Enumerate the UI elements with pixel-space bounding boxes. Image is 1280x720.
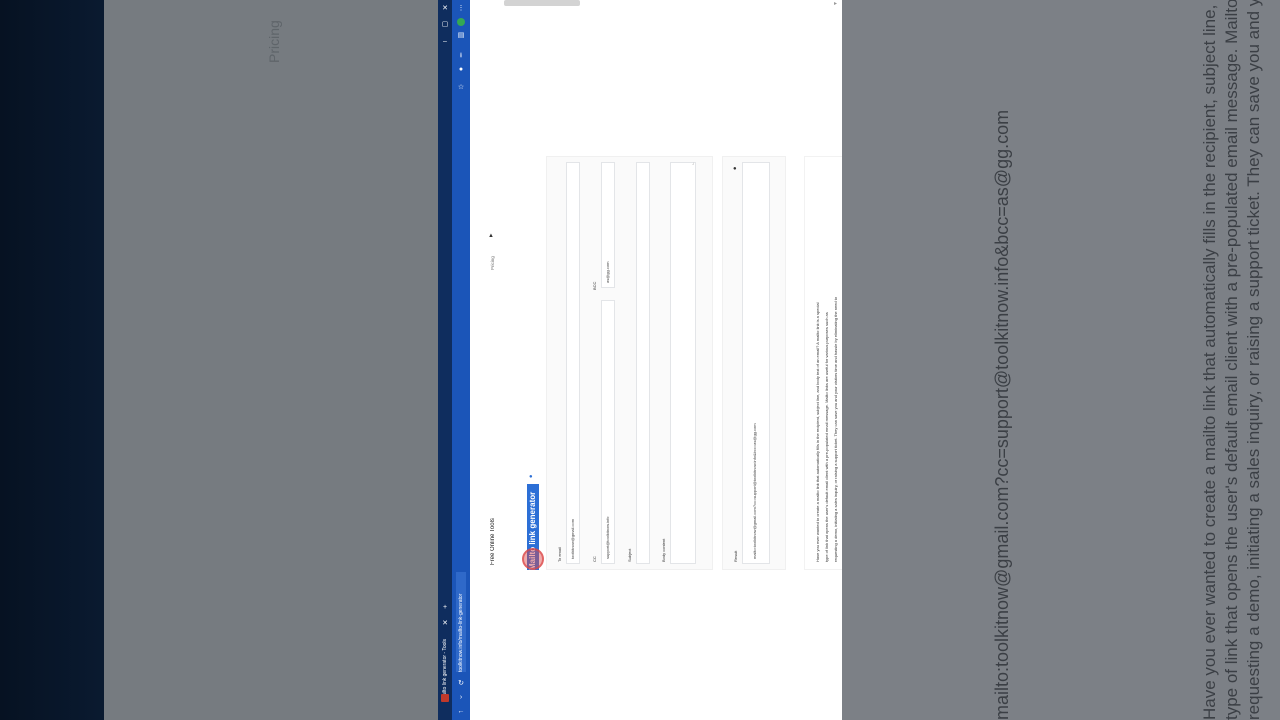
user-icon[interactable]: ▲ — [488, 233, 494, 239]
result-label: Result — [733, 550, 738, 562]
tab-close-icon[interactable]: ✕ — [441, 620, 449, 628]
ghost-pricing-label: Pricing — [266, 20, 282, 63]
ghost-desc-line: requesting a demo, initiating a sales in… — [1244, 0, 1263, 720]
extension-icon[interactable]: ● — [457, 66, 465, 74]
subject-value — [638, 463, 648, 559]
bcc-input[interactable]: as@gg.com — [601, 162, 615, 288]
back-icon[interactable]: ← — [457, 708, 465, 716]
sidebar-icon[interactable]: ▤ — [457, 32, 465, 40]
browser-toolbar: ⋮ ▤ ⭳ ● ☆ toolkitnow.info/mailto-link-ge… — [452, 0, 470, 720]
forward-icon[interactable]: › — [457, 694, 465, 702]
info-icon[interactable]: ● — [529, 474, 533, 480]
body-content-textarea[interactable] — [670, 162, 696, 564]
download-icon[interactable]: ⭳ — [457, 52, 465, 60]
to-email-value: toolkitnow@gmail.com — [570, 518, 575, 559]
web-page-content: ▸ Free Online Tools Pricing ▲ Mailto lin… — [470, 0, 842, 720]
reload-icon[interactable]: ↻ — [457, 680, 465, 688]
background-right-blur: mailto:toolkitnow@gmail.com?cc=support@t… — [842, 0, 1280, 720]
body-content-label: Body content — [661, 538, 666, 562]
cursor-highlight — [522, 548, 544, 570]
background-left-blur: Pricing — [104, 0, 438, 720]
subject-label: Subject — [627, 548, 632, 562]
minimize-icon[interactable]: – — [441, 38, 449, 46]
subject-input[interactable] — [636, 162, 650, 564]
cc-label: CC — [592, 556, 597, 562]
resize-handle-icon[interactable]: ⌟ — [692, 160, 694, 166]
close-icon[interactable]: ✕ — [441, 5, 449, 13]
new-tab-icon[interactable]: + — [441, 604, 449, 612]
site-brand[interactable]: Free Online Tools — [488, 465, 498, 565]
scroll-arrow-icon[interactable]: ▸ — [834, 0, 837, 7]
bcc-label: BCC — [592, 281, 597, 290]
horizontal-scrollbar[interactable] — [504, 0, 580, 6]
ghost-desc-line: type of link that opens the user's defau… — [1222, 0, 1241, 720]
cc-value: support@toolkitnow.info — [605, 516, 610, 559]
cc-input[interactable]: support@toolkitnow.info — [601, 300, 615, 564]
profile-icon[interactable] — [457, 18, 465, 26]
ghost-desc-line: Have you ever wanted to create a mailto … — [1200, 0, 1219, 720]
description-line: Have you ever wanted to create a mailto … — [815, 302, 820, 562]
bcc-value: as@gg.com — [605, 261, 610, 283]
browser-tab-title[interactable]: Mailto link generator - Tools — [441, 636, 449, 700]
description-line: type of link that opens the user's defau… — [824, 312, 829, 562]
ghost-result-text: mailto:toolkitnow@gmail.com?cc=support@t… — [992, 109, 1012, 720]
address-bar[interactable]: toolkitnow.info/mailto-link-generator — [456, 572, 466, 672]
copy-icon[interactable]: ● — [733, 166, 737, 172]
window-control-bar: ✕ ▢ – + ✕ Mailto link generator - Tools — [438, 0, 452, 720]
star-icon[interactable]: ☆ — [457, 84, 465, 92]
background-left-edge — [0, 0, 104, 720]
restore-icon[interactable]: ▢ — [441, 21, 449, 29]
rotated-browser-capture: ✕ ▢ – + ✕ Mailto link generator - Tools … — [438, 0, 842, 720]
more-menu-icon[interactable]: ⋮ — [457, 5, 465, 13]
body-content-value — [673, 463, 683, 559]
to-email-input[interactable]: toolkitnow@gmail.com — [566, 162, 580, 564]
result-textarea[interactable]: mailto:toolkitnow@gmail.com?cc=support@t… — [742, 162, 770, 564]
result-value: mailto:toolkitnow@gmail.com?cc=support@t… — [752, 423, 757, 559]
nav-pricing-link[interactable]: Pricing — [488, 240, 498, 270]
to-email-label: To email — [557, 547, 562, 562]
description-line: requesting a demo, initiating a sales in… — [833, 296, 838, 562]
tab-favicon-icon — [441, 694, 449, 702]
